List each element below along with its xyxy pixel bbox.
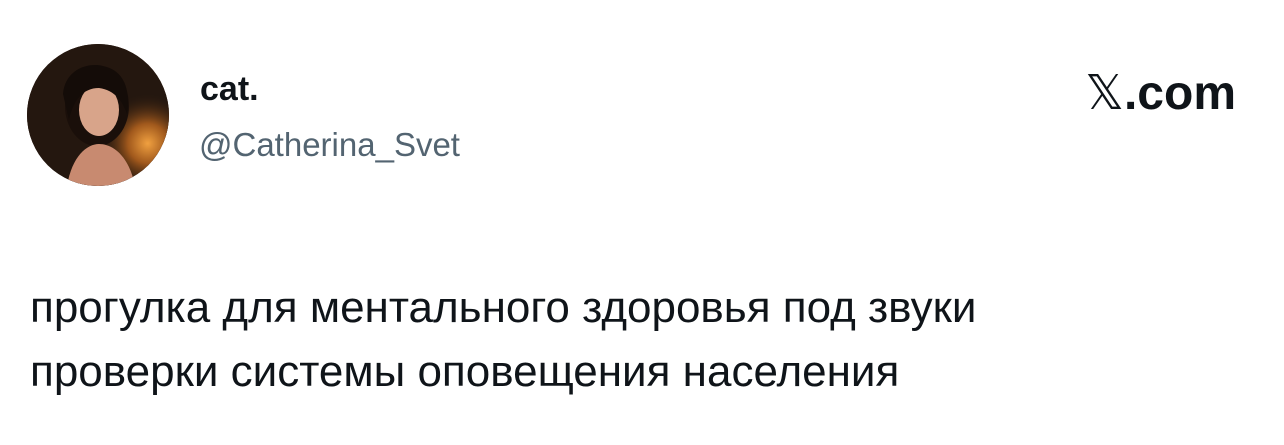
x-icon: 𝕏 (1085, 67, 1124, 120)
display-name[interactable]: cat. (200, 72, 259, 106)
tweet-line: проверки системы оповещения населения (30, 347, 900, 396)
tweet-line: прогулка для ментального здоровья под зв… (30, 283, 977, 332)
user-handle[interactable]: @Catherina_Svet (199, 128, 460, 161)
avatar[interactable] (27, 44, 169, 186)
tweet-text: прогулка для ментального здоровья под зв… (30, 276, 1260, 404)
brand-domain: .com (1123, 67, 1236, 120)
x-logo[interactable]: 𝕏.com (1085, 70, 1236, 118)
avatar-photo (27, 44, 169, 186)
